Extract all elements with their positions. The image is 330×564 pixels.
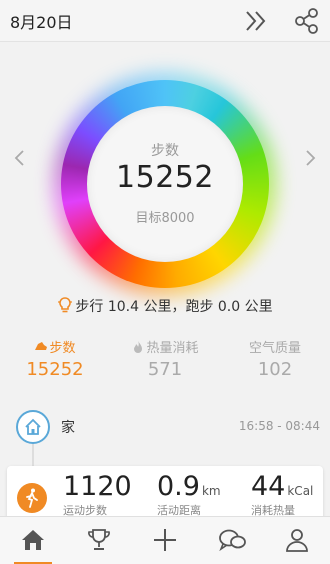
stat-calories-label: 热量消耗 [146, 341, 199, 356]
share-icon[interactable] [291, 5, 323, 37]
distance-summary: 步行 10.4 公里，跑步 0.0 公里 [0, 296, 330, 320]
home-icon[interactable] [16, 410, 50, 444]
stat-calories-value: 571 [147, 359, 183, 380]
step-goal: 目标8000 [135, 211, 195, 226]
metric-calories-unit: kCal [287, 484, 314, 498]
double-chevron-right-icon[interactable] [240, 4, 274, 38]
metric-distance: 0.9 km 活动距离 [157, 471, 221, 518]
previous-day-chevron-icon[interactable] [13, 148, 27, 168]
chat-bubbles-icon [219, 529, 246, 552]
timeline-connector [32, 440, 34, 468]
step-progress-ring[interactable]: 步数 15252 目标8000 [53, 72, 277, 296]
tab-add[interactable] [132, 517, 198, 564]
metric-calories: 44 kCal 消耗热量 [251, 471, 313, 518]
stat-air-quality-value: 102 [257, 359, 293, 380]
tab-messages[interactable] [198, 517, 264, 564]
home-icon [22, 530, 44, 550]
trophy-icon [88, 529, 110, 550]
stat-air-quality-label: 空气质量 [248, 341, 301, 356]
ring-label: 步数 [151, 143, 179, 159]
date-label[interactable]: 8月20日 [10, 9, 73, 33]
tab-trophy[interactable] [66, 517, 132, 564]
profile-icon [286, 529, 308, 552]
metric-steps-value: 1120 [63, 471, 132, 502]
location-time-range: 16:58 - 08:44 [238, 419, 320, 433]
shoe-icon [34, 340, 48, 354]
metric-steps: 1120 运动步数 [63, 471, 132, 518]
top-bar: 8月20日 [0, 0, 330, 42]
stat-air-quality[interactable]: 空气质量 102 [220, 337, 330, 380]
stat-calories[interactable]: 热量消耗 571 [110, 337, 220, 380]
stat-steps-value: 15252 [26, 359, 84, 380]
stat-steps-label: 步数 [49, 341, 76, 356]
walking-person-icon [17, 483, 47, 513]
summary-text: 步行 10.4 公里，跑步 0.0 公里 [75, 299, 273, 315]
bottom-tab-bar [0, 516, 330, 564]
metric-calories-value: 44 [251, 471, 286, 502]
lightbulb-icon [57, 296, 73, 314]
stats-row: 步数 15252 热量消耗 571 空气质量 102 [0, 337, 330, 385]
flame-icon [131, 340, 145, 354]
step-count: 15252 [116, 160, 214, 195]
next-day-chevron-icon[interactable] [303, 148, 317, 168]
tab-home[interactable] [0, 517, 66, 564]
metric-distance-value: 0.9 [157, 471, 200, 502]
tab-profile[interactable] [264, 517, 330, 564]
plus-icon [154, 529, 176, 551]
location-label: 家 [61, 420, 75, 436]
stat-steps[interactable]: 步数 15252 [0, 337, 110, 380]
metric-distance-unit: km [201, 484, 221, 498]
ring-center: 步数 15252 目标8000 [87, 106, 243, 262]
